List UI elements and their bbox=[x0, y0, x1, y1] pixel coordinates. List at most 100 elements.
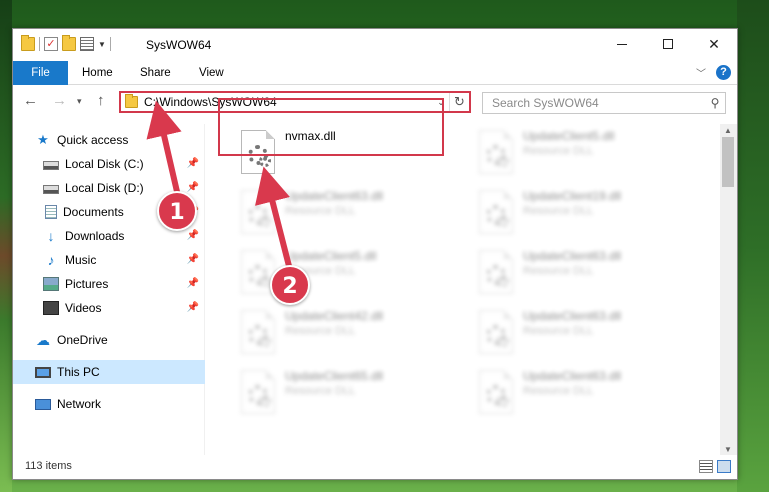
file-item[interactable]: UpdateClient63.dll Resource DLL bbox=[471, 306, 671, 362]
pin-icon[interactable]: 📌 bbox=[187, 230, 199, 241]
file-type: Resource DLL bbox=[285, 325, 356, 337]
refresh-icon[interactable]: ↻ bbox=[449, 93, 469, 111]
help-icon[interactable]: ? bbox=[716, 65, 731, 80]
minimize-icon bbox=[617, 43, 627, 45]
sidebar-item-local-disk-c[interactable]: Local Disk (C:) 📌 bbox=[13, 152, 205, 176]
document-icon bbox=[45, 205, 57, 219]
tab-file[interactable]: File bbox=[13, 61, 68, 85]
new-folder-icon[interactable] bbox=[62, 35, 76, 51]
dll-file-icon bbox=[241, 370, 275, 414]
ribbon-tabs: File Home Share View ﹀ ? bbox=[13, 61, 737, 85]
file-item[interactable]: UpdateClient63.dll Resource DLL bbox=[471, 366, 671, 422]
sidebar-item-videos[interactable]: Videos 📌 bbox=[13, 296, 205, 320]
file-item[interactable]: UpdateClient63.dll Resource DLL bbox=[233, 186, 433, 242]
dll-file-icon bbox=[241, 310, 275, 354]
sidebar-item-label: This PC bbox=[57, 365, 100, 379]
dll-file-icon bbox=[479, 310, 513, 354]
scroll-up-icon[interactable]: ▲ bbox=[724, 126, 732, 135]
sidebar-item-this-pc[interactable]: This PC bbox=[13, 360, 205, 384]
back-arrow-icon[interactable]: ← bbox=[23, 92, 38, 109]
properties-icon[interactable] bbox=[80, 37, 94, 51]
minimize-button[interactable] bbox=[599, 29, 645, 59]
search-icon[interactable]: ⚲ bbox=[705, 96, 725, 110]
pin-icon[interactable]: 📌 bbox=[187, 278, 199, 289]
tab-view[interactable]: View bbox=[199, 61, 224, 85]
file-type: Resource DLL bbox=[523, 205, 594, 217]
file-name: UpdateClient63.dll bbox=[285, 189, 384, 203]
scroll-down-icon[interactable]: ▼ bbox=[724, 445, 732, 454]
file-type: Resource DLL bbox=[523, 145, 594, 157]
file-type: Resource DLL bbox=[523, 325, 594, 337]
computer-icon bbox=[35, 366, 51, 378]
sidebar-item-label: Local Disk (D:) bbox=[65, 181, 144, 195]
desktop-background-right bbox=[737, 0, 769, 492]
sidebar-item-label: OneDrive bbox=[57, 333, 108, 347]
tab-share[interactable]: Share bbox=[140, 61, 171, 85]
file-item[interactable]: UpdateClient63.dll Resource DLL bbox=[471, 246, 671, 302]
sidebar-item-label: Videos bbox=[65, 301, 102, 315]
sidebar-item-label: Documents bbox=[63, 205, 124, 219]
file-name: UpdateClient65.dll bbox=[285, 369, 384, 383]
file-name: UpdateClient63.dll bbox=[523, 369, 622, 383]
file-type: Resource DLL bbox=[285, 205, 356, 217]
sidebar-item-label: Network bbox=[57, 397, 102, 411]
forward-arrow-icon[interactable]: → bbox=[52, 92, 67, 109]
maximize-button[interactable] bbox=[645, 29, 691, 59]
maximize-icon bbox=[663, 39, 673, 49]
pictures-icon bbox=[43, 277, 59, 291]
highlight-box-file bbox=[218, 98, 444, 156]
sidebar-item-pictures[interactable]: Pictures 📌 bbox=[13, 272, 205, 296]
view-buttons bbox=[699, 460, 731, 473]
star-icon: ★ bbox=[37, 132, 49, 147]
sidebar-item-label: Music bbox=[65, 253, 97, 267]
item-count: 113 items bbox=[25, 460, 72, 472]
file-type: Resource DLL bbox=[285, 385, 356, 397]
file-item[interactable]: UpdateClient42.dll Resource DLL bbox=[233, 306, 433, 362]
search-box[interactable]: Search SysWOW64 ⚲ bbox=[482, 92, 726, 114]
ribbon-right-controls: ﹀ ? bbox=[696, 65, 731, 80]
disk-icon bbox=[43, 185, 59, 194]
file-item[interactable]: UpdateClient5.dll Resource DLL bbox=[471, 126, 671, 182]
properties-check-icon[interactable]: ✓ bbox=[44, 37, 58, 51]
large-icons-view-icon[interactable] bbox=[717, 460, 731, 473]
expand-ribbon-chevron-icon[interactable]: ﹀ bbox=[696, 65, 706, 80]
details-view-icon[interactable] bbox=[699, 460, 713, 473]
file-item[interactable]: UpdateClient19.dll Resource DLL bbox=[471, 186, 671, 242]
file-type: Resource DLL bbox=[523, 265, 594, 277]
quick-access-toolbar: ✓ ▼ bbox=[21, 35, 111, 51]
sidebar-item-label: Quick access bbox=[57, 133, 129, 147]
recent-locations-chevron-icon[interactable]: ▾ bbox=[77, 96, 82, 107]
window-title: SysWOW64 bbox=[146, 38, 212, 52]
toolbar-separator bbox=[39, 37, 40, 51]
dll-file-icon bbox=[479, 370, 513, 414]
file-name: UpdateClient5.dll bbox=[523, 129, 615, 143]
file-item[interactable]: UpdateClient5.dll Resource DLL bbox=[233, 246, 433, 302]
status-bar: 113 items bbox=[13, 455, 737, 479]
sidebar-item-quick-access[interactable]: ★ Quick access bbox=[13, 128, 205, 152]
customize-toolbar-chevron-icon[interactable]: ▼ bbox=[98, 40, 106, 49]
sidebar-item-network[interactable]: Network bbox=[13, 392, 205, 416]
sidebar-item-onedrive[interactable]: ☁ OneDrive bbox=[13, 328, 205, 352]
pin-icon[interactable]: 📌 bbox=[187, 302, 199, 313]
close-button[interactable]: ✕ bbox=[691, 29, 737, 59]
file-item[interactable]: UpdateClient65.dll Resource DLL bbox=[233, 366, 433, 422]
folder-icon bbox=[21, 35, 35, 51]
search-input[interactable]: Search SysWOW64 bbox=[492, 96, 705, 110]
up-arrow-icon[interactable]: ↑ bbox=[97, 92, 105, 109]
dll-file-icon bbox=[241, 190, 275, 234]
explorer-window: ✓ ▼ SysWOW64 ✕ File Home Share View ﹀ ? … bbox=[12, 28, 738, 480]
step-badge-1: 1 bbox=[157, 191, 197, 231]
network-icon bbox=[35, 398, 51, 410]
vertical-scrollbar[interactable]: ▲ ▼ bbox=[720, 124, 737, 456]
pin-icon[interactable]: 📌 bbox=[187, 158, 199, 169]
disk-icon bbox=[43, 161, 59, 170]
scrollbar-thumb[interactable] bbox=[722, 137, 734, 187]
pin-icon[interactable]: 📌 bbox=[187, 182, 199, 193]
sidebar-item-music[interactable]: ♪ Music 📌 bbox=[13, 248, 205, 272]
file-name: UpdateClient5.dll bbox=[285, 249, 377, 263]
close-icon: ✕ bbox=[708, 35, 720, 52]
pin-icon[interactable]: 📌 bbox=[187, 254, 199, 265]
file-name: UpdateClient63.dll bbox=[523, 309, 622, 323]
tab-home[interactable]: Home bbox=[82, 61, 113, 85]
sidebar-item-label: Local Disk (C:) bbox=[65, 157, 144, 171]
